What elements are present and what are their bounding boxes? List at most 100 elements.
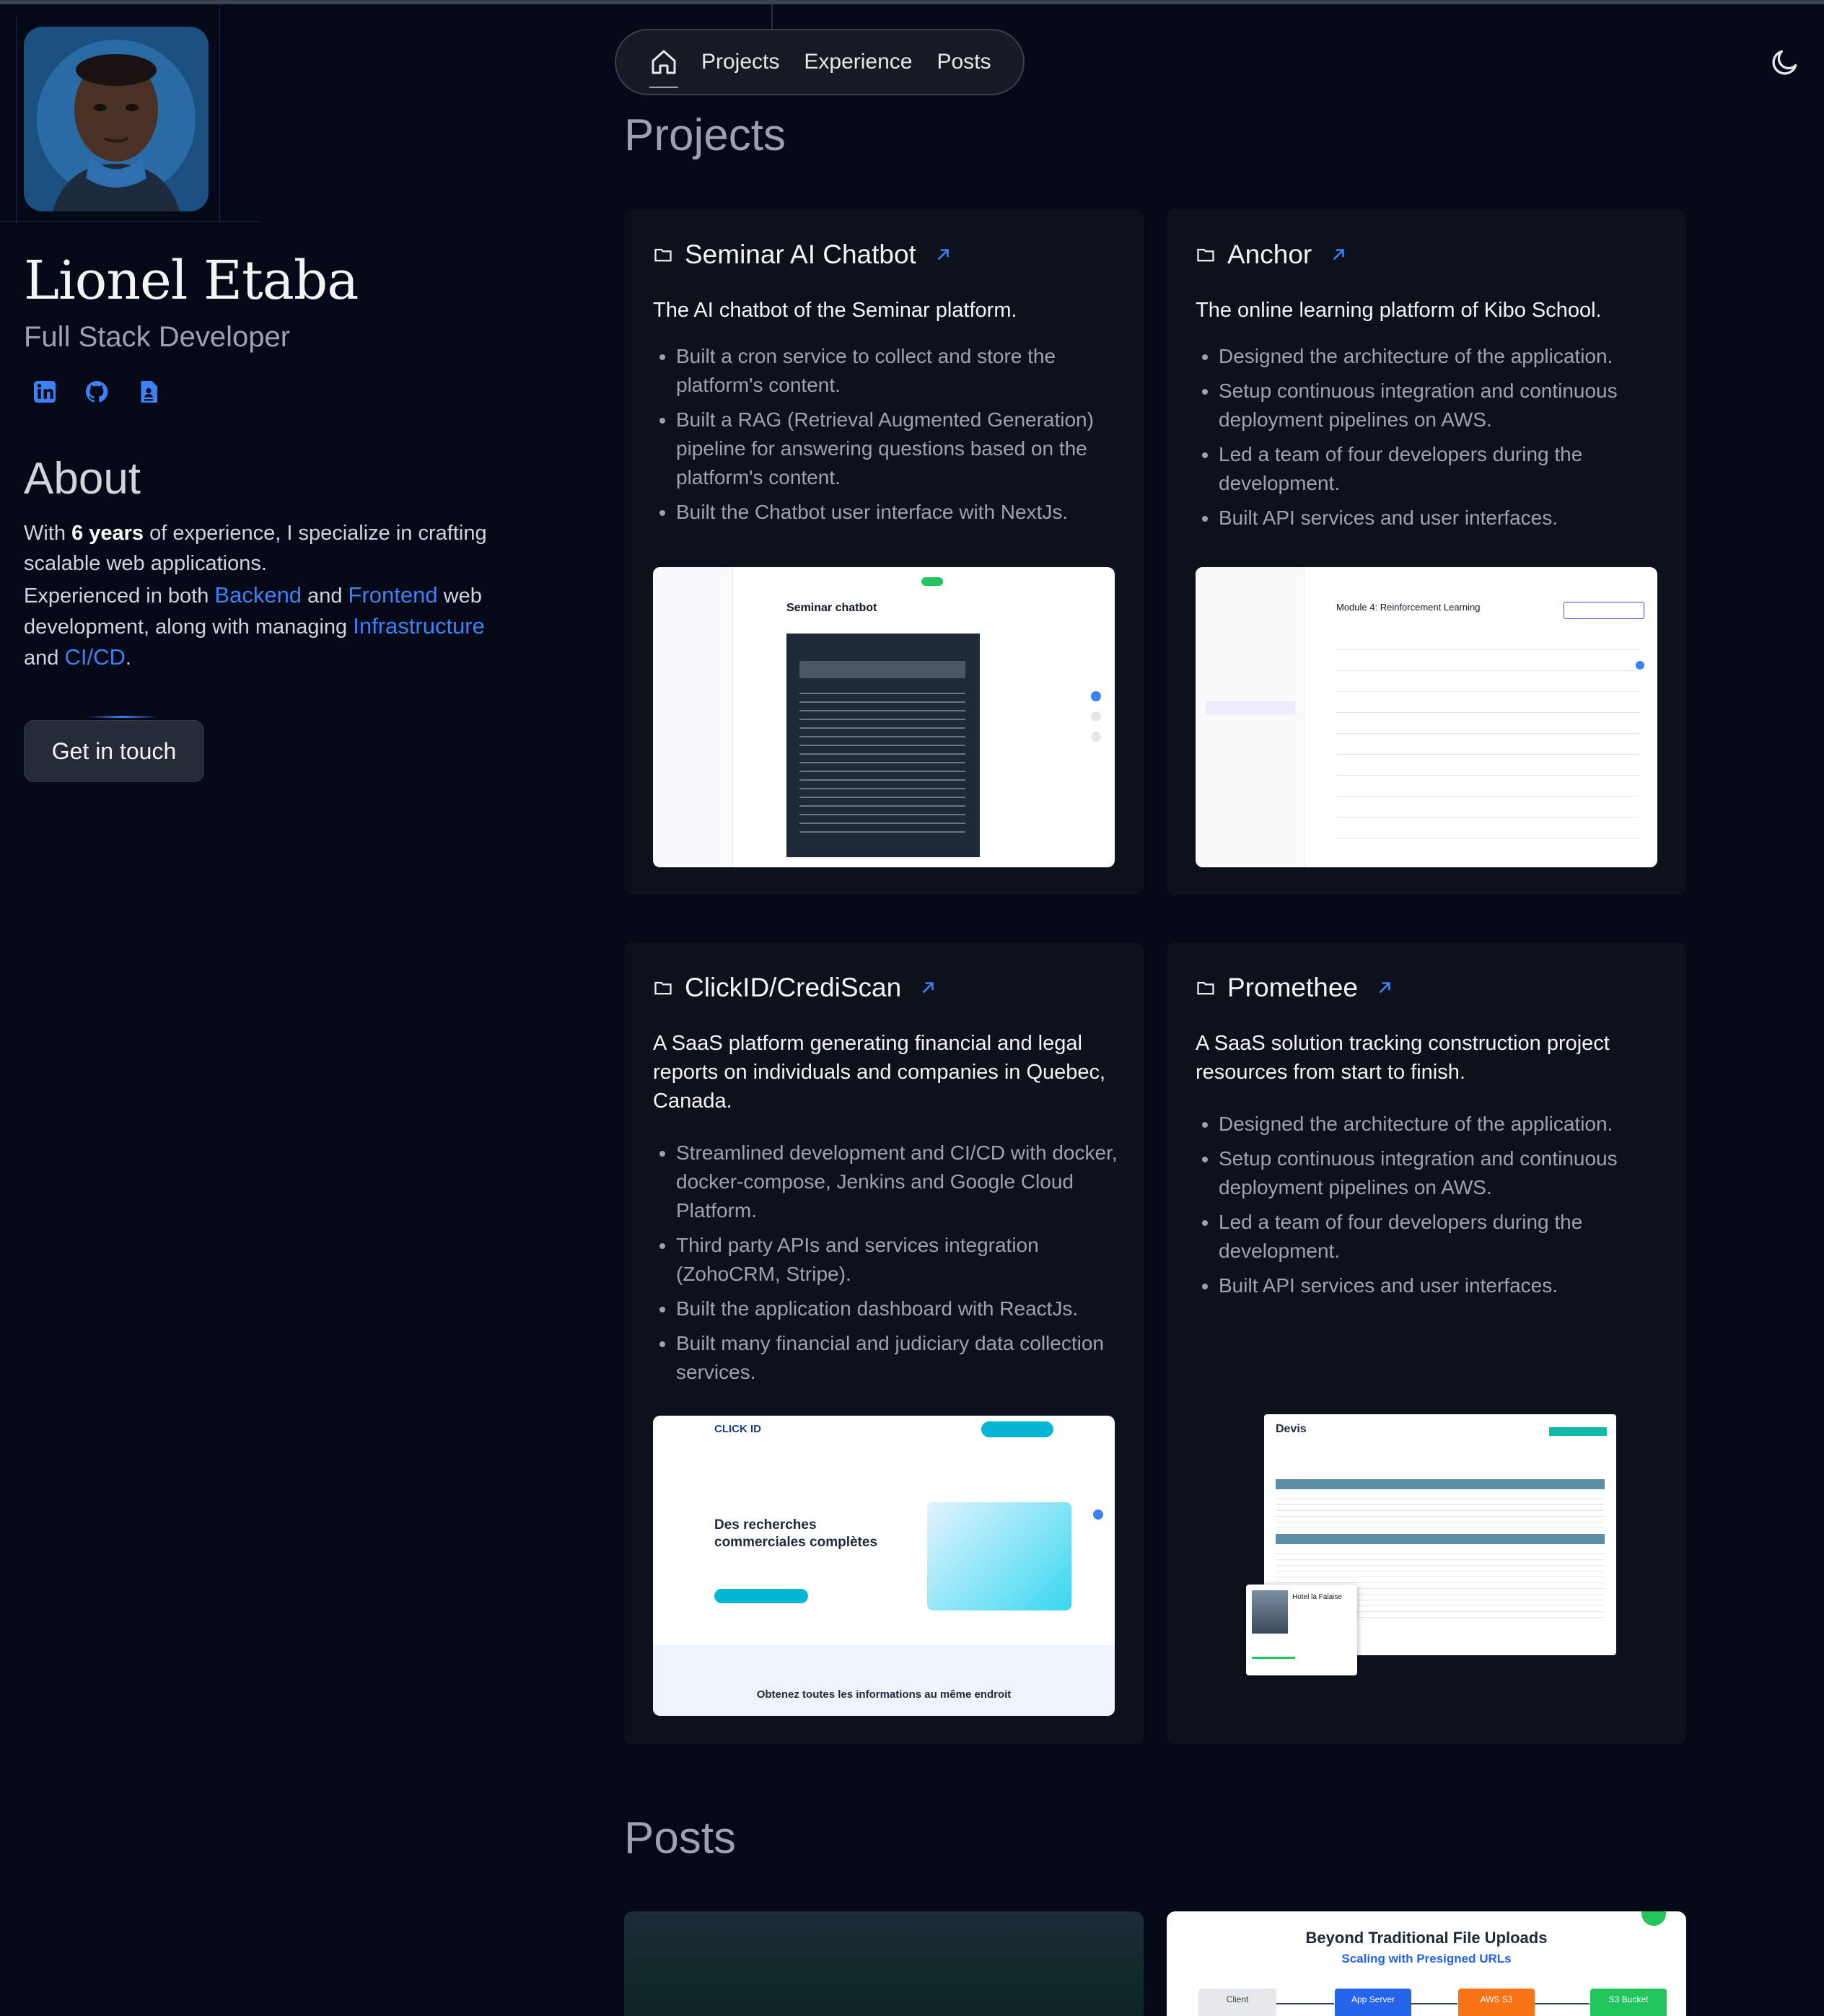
status-dot [1641,1911,1666,1926]
project-title-link[interactable]: Promethee [1196,973,1394,1003]
list-item: Built many financial and judiciary data … [676,1329,1138,1387]
screenshot-heading: Des recherches commerciales complètes [714,1517,878,1550]
list-item: Setup continuous integration and continu… [1219,1144,1680,1202]
folder-icon [1197,248,1214,262]
about-paragraph-2: Experienced in both Backend and Frontend… [24,582,485,670]
profile-role: Full Stack Developer [24,321,291,353]
project-title: Anchor [1227,240,1312,269]
nav-projects[interactable]: Projects [701,50,779,74]
screenshot-footer: Obtenez toutes les informations au même … [756,1688,1012,1701]
list-item: Led a team of four developers during the… [1219,1208,1680,1266]
diagram-arrow [1276,2003,1334,2004]
top-nav: Projects Experience Posts [615,29,1025,95]
project-title-link[interactable]: Seminar AI Chatbot [653,240,952,270]
linkedin-icon[interactable] [32,379,58,405]
post-card[interactable] [624,1911,1144,2016]
screenshot-sidebar [1196,567,1305,867]
decorative-grid-line [0,221,260,222]
social-links [32,379,162,405]
nav-experience[interactable]: Experience [804,50,912,74]
project-title: ClickID/CrediScan [685,973,902,1002]
list-item: Built API services and user interfaces. [1219,1271,1680,1300]
post-card[interactable]: Beyond Traditional File Uploads Scaling … [1167,1911,1686,2016]
list-item: Built the application dashboard with Rea… [676,1294,1138,1323]
diagram-node: App Server [1335,1989,1411,2016]
projects-heading: Projects [624,110,786,160]
window-top-border [0,0,1824,4]
profile-name: Lionel Etaba [24,250,359,312]
github-icon[interactable] [84,379,110,405]
screenshot-title: Module 4: Reinforcement Learning [1336,602,1481,613]
project-description: A SaaS solution tracking construction pr… [1196,1032,1610,1084]
list-item: Designed the architecture of the applica… [1219,342,1680,371]
project-card: Anchor The online learning platform of K… [1167,209,1686,895]
diagram-arrow [1411,2003,1457,2004]
decorative-grid-line [16,16,17,225]
about-heading: About [24,454,141,504]
project-screenshot[interactable]: Seminar chatbot [653,567,1115,867]
years-highlight: 6 years [71,522,144,545]
moon-icon[interactable] [1769,46,1801,78]
avatar [24,27,209,211]
screenshot-title: Seminar chatbot [786,602,877,614]
list-item: Built a cron service to collect and stor… [676,342,1138,400]
project-card: Seminar AI Chatbot The AI chatbot of the… [624,209,1144,895]
project-card: Promethee A SaaS solution tracking const… [1167,942,1686,1745]
screenshot-logo: CLICK ID [714,1423,761,1435]
external-link-icon [922,982,934,994]
get-in-touch-button[interactable]: Get in touch [24,720,204,782]
project-bullets: Designed the architecture of the applica… [1196,1110,1680,1306]
external-link-icon [937,249,949,260]
infrastructure-link[interactable]: Infrastructure [353,613,485,639]
list-item: Setup continuous integration and continu… [1219,377,1680,434]
project-bullets: Built a cron service to collect and stor… [653,342,1138,533]
diagram-node: S3 Bucket [1590,1989,1667,2016]
decorative-line [771,4,773,29]
post-subtitle: Scaling with Presigned URLs [1341,1952,1512,1965]
project-screenshot[interactable]: CLICK ID Des recherches commerciales com… [653,1416,1115,1716]
list-item: Streamlined development and CI/CD with d… [676,1139,1138,1225]
project-description: A SaaS platform generating financial and… [653,1032,1106,1113]
diagram-node: Client [1198,1989,1276,2016]
list-item: Third party APIs and services integratio… [676,1231,1138,1289]
cicd-link[interactable]: CI/CD [64,644,125,670]
folder-icon [654,248,672,262]
resume-icon[interactable] [136,379,162,405]
project-title: Promethee [1227,973,1358,1002]
about-text: With 6 years of experience, I specialize… [24,518,500,673]
project-bullets: Designed the architecture of the applica… [1196,342,1680,538]
frontend-link[interactable]: Frontend [348,582,438,608]
backend-link[interactable]: Backend [214,582,302,608]
project-description: The online learning platform of Kibo Sch… [1196,299,1602,322]
decorative-grid-line [219,4,220,221]
folder-icon [1197,981,1214,995]
list-item: Led a team of four developers during the… [1219,440,1680,498]
project-screenshot[interactable]: Module 4: Reinforcement Learning [1196,567,1657,867]
project-title-link[interactable]: Anchor [1196,240,1348,270]
list-item: Built the Chatbot user interface with Ne… [676,498,1138,527]
home-icon[interactable] [648,46,680,88]
list-item: Built a RAG (Retrieval Augmented Generat… [676,406,1138,492]
posts-heading: Posts [624,1813,737,1863]
diagram-arrow [1535,2003,1590,2004]
project-title-link[interactable]: ClickID/CrediScan [653,973,937,1003]
project-description: The AI chatbot of the Seminar platform. [653,299,1017,322]
external-link-icon [1333,249,1345,260]
about-paragraph-1: With 6 years of experience, I specialize… [24,522,487,575]
screenshot-card: Hotel la Falaise [1246,1585,1357,1675]
nav-posts[interactable]: Posts [937,50,991,74]
project-bullets: Streamlined development and CI/CD with d… [653,1139,1138,1393]
screenshot-sidebar [653,567,733,867]
external-link-icon [1379,982,1390,994]
list-item: Designed the architecture of the applica… [1219,1110,1680,1139]
button-glow [87,716,159,718]
project-card: ClickID/CrediScan A SaaS platform genera… [624,942,1144,1745]
screenshot-chat-window [786,634,980,857]
screenshot-title: Devis [1276,1423,1307,1435]
diagram-node: AWS S3 [1458,1989,1535,2016]
list-item: Built API services and user interfaces. [1219,504,1680,533]
post-title: Beyond Traditional File Uploads [1305,1929,1548,1947]
avatar-portrait [24,27,209,211]
folder-icon [654,981,672,995]
project-title: Seminar AI Chatbot [685,240,916,269]
